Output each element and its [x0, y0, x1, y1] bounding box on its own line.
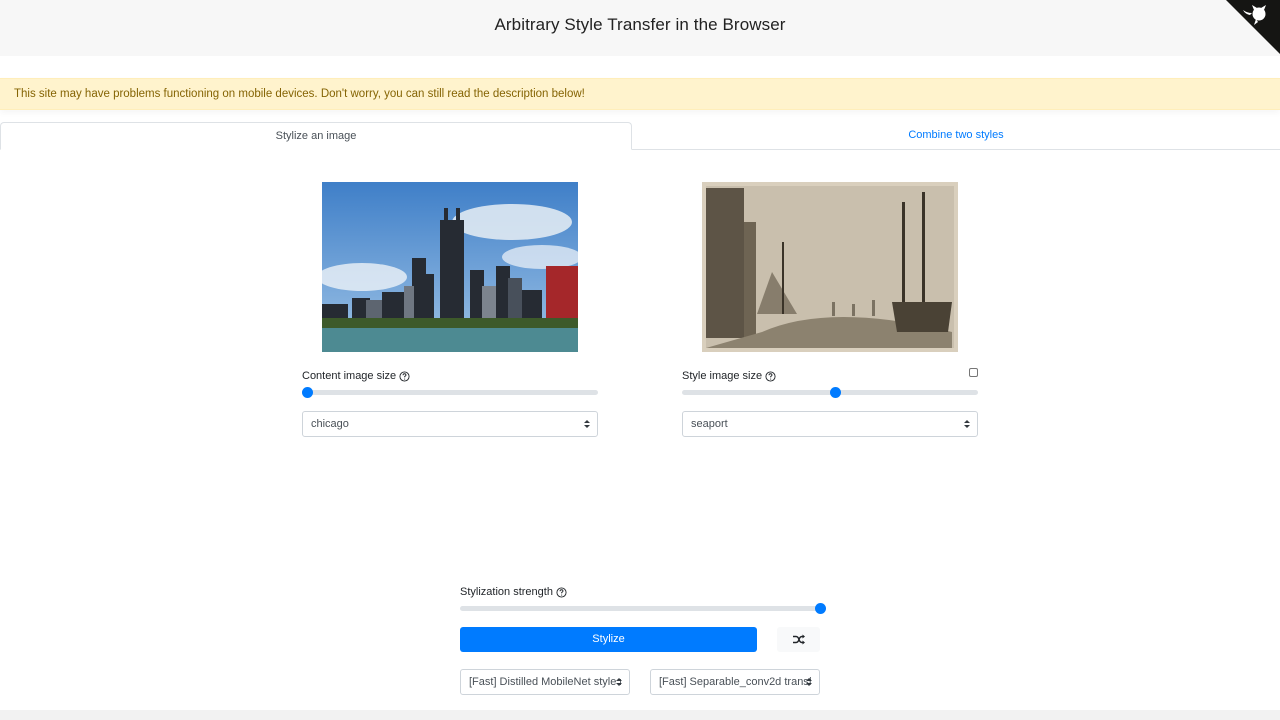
shuffle-icon: [792, 634, 805, 645]
footer-strip: [0, 710, 1280, 720]
strength-label: Stylization strength: [460, 586, 567, 598]
tab-stylize-image[interactable]: Stylize an image: [0, 122, 632, 150]
style-size-label: Style image size: [682, 370, 776, 382]
help-circle-icon[interactable]: [765, 370, 776, 382]
help-circle-icon[interactable]: [556, 586, 567, 598]
strength-slider-thumb[interactable]: [814, 603, 826, 614]
strength-slider[interactable]: [460, 603, 826, 614]
style-size-slider[interactable]: [682, 387, 978, 398]
style-image: [702, 182, 958, 352]
github-corner-icon[interactable]: [1226, 0, 1280, 54]
alert-text: This site may have problems functioning …: [14, 88, 585, 100]
select-caret-icon: [584, 420, 590, 428]
transformer-model-select[interactable]: [Fast] Separable_conv2d transformer: [650, 669, 820, 695]
style-model-select[interactable]: [Fast] Distilled MobileNet style model: [460, 669, 630, 695]
style-size-slider-thumb[interactable]: [830, 387, 842, 398]
mobile-warning-alert: This site may have problems functioning …: [0, 78, 1280, 110]
tab-combine-styles[interactable]: Combine two styles: [632, 122, 1280, 150]
style-square-crop-checkbox[interactable]: [969, 368, 978, 377]
content-image: [322, 182, 578, 352]
content-size-slider[interactable]: [302, 387, 598, 398]
page-title: Arbitrary Style Transfer in the Browser: [494, 15, 786, 34]
select-caret-icon: [806, 678, 812, 686]
randomize-button[interactable]: [777, 627, 820, 652]
select-caret-icon: [616, 678, 622, 686]
style-image-select[interactable]: seaport: [682, 411, 978, 437]
content-size-slider-thumb[interactable]: [302, 387, 314, 398]
top-bar: Arbitrary Style Transfer in the Browser: [0, 0, 1280, 56]
help-circle-icon[interactable]: [399, 370, 410, 382]
content-size-label: Content image size: [302, 370, 410, 382]
stylize-button[interactable]: Stylize: [460, 627, 757, 652]
content-image-select[interactable]: chicago: [302, 411, 598, 437]
mode-tabs: Stylize an image Combine two styles: [0, 122, 1280, 150]
select-caret-icon: [964, 420, 970, 428]
